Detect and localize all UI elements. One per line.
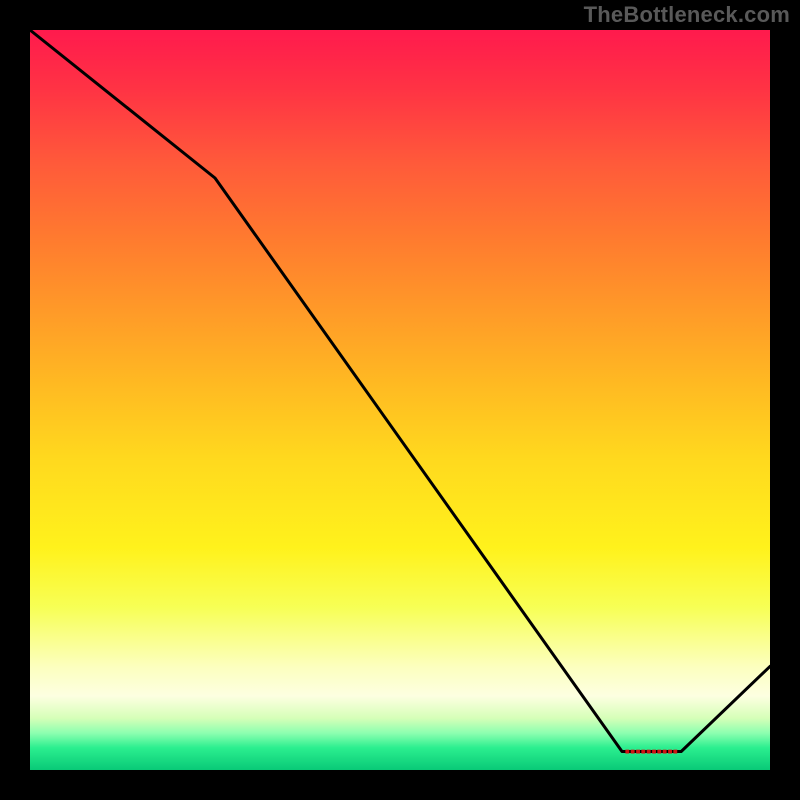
chart-frame: TheBottleneck.com ■■■■■■■■■■ <box>0 0 800 800</box>
min-plateau-marker: ■■■■■■■■■■ <box>625 747 678 756</box>
chart-curve <box>30 30 770 752</box>
plot-area: ■■■■■■■■■■ <box>30 30 770 770</box>
chart-line-layer <box>30 30 770 770</box>
watermark-text: TheBottleneck.com <box>584 2 790 28</box>
